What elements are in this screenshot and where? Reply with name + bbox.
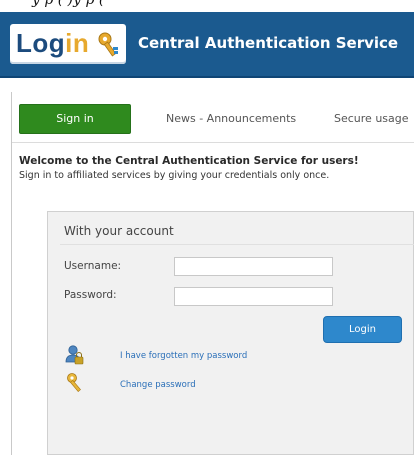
tabs-divider bbox=[12, 142, 414, 143]
welcome-heading: Welcome to the Central Authentication Se… bbox=[19, 155, 359, 167]
top-strip: y p ( )y p ( bbox=[0, 0, 414, 12]
tab-bar: Sign in News - Announcements Secure usag… bbox=[0, 100, 414, 140]
header-banner: Login Central Authentication Service bbox=[0, 12, 414, 78]
password-label: Password: bbox=[64, 289, 117, 301]
key-icon bbox=[67, 373, 81, 392]
lock-person-icon bbox=[65, 345, 84, 365]
panel-title: With your account bbox=[64, 224, 174, 238]
tab-sign-in[interactable]: Sign in bbox=[19, 104, 131, 134]
password-field[interactable] bbox=[174, 287, 333, 306]
logo-text: Login bbox=[16, 28, 90, 58]
forgot-password-link[interactable]: I have forgotten my password bbox=[120, 351, 247, 361]
username-field[interactable] bbox=[174, 257, 333, 276]
change-password-link[interactable]: Change password bbox=[120, 380, 196, 390]
logo: Login bbox=[10, 24, 126, 64]
tab-secure-usage[interactable]: Secure usage bbox=[334, 112, 409, 125]
left-border bbox=[11, 92, 12, 455]
site-title: Central Authentication Service bbox=[138, 34, 399, 52]
username-label: Username: bbox=[64, 260, 122, 272]
key-icon bbox=[98, 32, 118, 57]
top-strip-text: y p ( )y p ( bbox=[32, 0, 105, 8]
welcome-text: Sign in to affiliated services by giving… bbox=[19, 170, 330, 181]
panel-divider bbox=[60, 244, 414, 245]
tab-news-announcements[interactable]: News - Announcements bbox=[166, 112, 296, 125]
login-button[interactable]: Login bbox=[323, 316, 402, 343]
login-panel: With your account Username: Password: Lo… bbox=[47, 211, 414, 455]
